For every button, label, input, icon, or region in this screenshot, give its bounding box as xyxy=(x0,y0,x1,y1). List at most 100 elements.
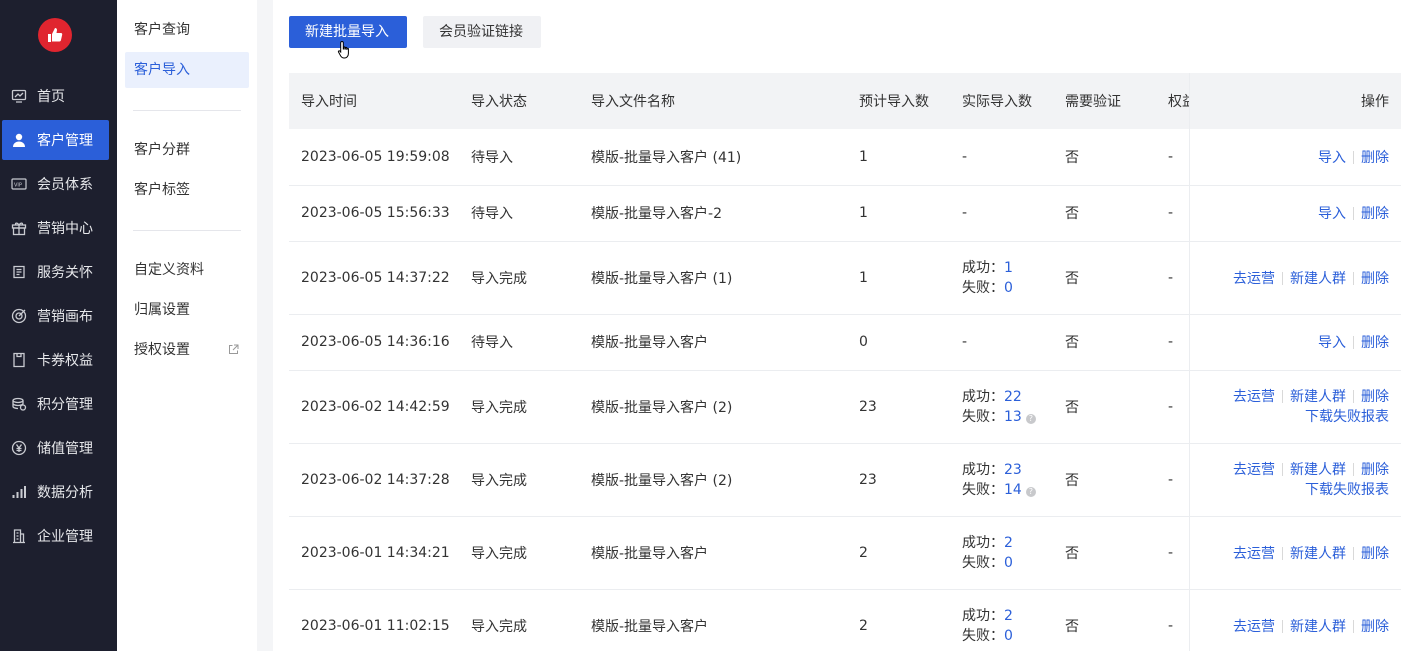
cell-actions: 导入 删除 xyxy=(1188,185,1401,242)
new-group-link[interactable]: 新建人群 xyxy=(1290,271,1346,287)
submenu-divider xyxy=(133,110,241,111)
operate-link[interactable]: 去运营 xyxy=(1233,619,1275,635)
question-icon[interactable]: ? xyxy=(1025,413,1036,424)
divider xyxy=(1353,546,1354,560)
divider xyxy=(1282,389,1283,403)
new-group-link[interactable]: 新建人群 xyxy=(1290,619,1346,635)
fail-count-link[interactable]: 0 xyxy=(1004,280,1013,296)
cell-rights: - xyxy=(1156,185,1189,242)
cell-import-status: 待导入 xyxy=(459,129,579,186)
nav-item-service-care[interactable]: 服务关怀 xyxy=(0,252,117,292)
submenu-customer-import[interactable]: 客户导入 xyxy=(125,52,249,88)
new-group-link[interactable]: 新建人群 xyxy=(1290,546,1346,562)
success-label: 成功： xyxy=(962,461,1004,478)
nav-item-enterprise[interactable]: 企业管理 xyxy=(0,516,117,556)
cell-import-status: 导入完成 xyxy=(459,241,579,315)
import-link[interactable]: 导入 xyxy=(1318,150,1346,166)
member-verify-link-button[interactable]: 会员验证链接 xyxy=(423,16,541,48)
table-row: 2023-06-05 14:36:16 待导入 模版-批量导入客户 0 - 否 … xyxy=(289,314,1401,371)
cell-file-name: 模版-批量导入客户 xyxy=(579,516,847,590)
fail-count-link[interactable]: 0 xyxy=(1004,555,1013,571)
cell-import-time: 2023-06-05 15:56:33 xyxy=(289,185,459,242)
question-icon[interactable]: ? xyxy=(1025,486,1036,497)
success-label: 成功： xyxy=(962,607,1004,624)
nav-item-customer-management[interactable]: 客户管理 xyxy=(2,120,109,160)
nav-item-label: 数据分析 xyxy=(37,485,93,501)
submenu-ownership-settings[interactable]: 归属设置 xyxy=(125,292,249,328)
submenu-authorization-settings[interactable]: 授权设置 xyxy=(125,332,249,368)
submenu-item-label: 授权设置 xyxy=(134,342,190,358)
bar-chart-icon xyxy=(11,484,27,500)
nav-item-data-analysis[interactable]: 数据分析 xyxy=(0,472,117,512)
cell-actions: 去运营 新建人群 删除 xyxy=(1188,241,1401,315)
cell-actions: 导入 删除 xyxy=(1188,314,1401,371)
delete-link[interactable]: 删除 xyxy=(1361,546,1389,562)
cell-needs-verify: 否 xyxy=(1053,516,1156,590)
success-count-link[interactable]: 2 xyxy=(1004,535,1013,551)
target-icon xyxy=(11,308,27,324)
delete-link[interactable]: 删除 xyxy=(1361,619,1389,635)
nav-item-home[interactable]: 首页 xyxy=(0,76,117,116)
cell-needs-verify: 否 xyxy=(1053,129,1156,186)
nav-item-points[interactable]: 积分管理 xyxy=(0,384,117,424)
cell-import-status: 导入完成 xyxy=(459,443,579,517)
cell-expected-count: 1 xyxy=(847,129,950,186)
cell-expected-count: 2 xyxy=(847,516,950,590)
delete-link[interactable]: 删除 xyxy=(1361,389,1389,405)
success-count-link[interactable]: 1 xyxy=(1004,260,1013,276)
new-group-link[interactable]: 新建人群 xyxy=(1290,462,1346,478)
fail-count-link[interactable]: 13 xyxy=(1004,409,1022,425)
success-count-link[interactable]: 22 xyxy=(1004,389,1022,405)
delete-link[interactable]: 删除 xyxy=(1361,462,1389,478)
nav-item-marketing-center[interactable]: 营销中心 xyxy=(0,208,117,248)
svg-text:VIP: VIP xyxy=(14,183,22,189)
main-nav: 首页 客户管理 VIP 会员体系 营销中心 服务关怀 营销画布 卡券权益 积分管… xyxy=(0,0,117,651)
success-count-link[interactable]: 23 xyxy=(1004,462,1022,478)
cell-rights: - xyxy=(1156,129,1189,186)
operate-link[interactable]: 去运营 xyxy=(1233,462,1275,478)
column-header-actual-count: 实际导入数 xyxy=(950,73,1053,129)
submenu-customer-segments[interactable]: 客户分群 xyxy=(125,132,249,168)
download-fail-report-link[interactable]: 下载失败报表 xyxy=(1305,482,1389,498)
delete-link[interactable]: 删除 xyxy=(1361,335,1389,351)
download-fail-report-link[interactable]: 下载失败报表 xyxy=(1305,409,1389,425)
divider xyxy=(1353,207,1354,220)
delete-link[interactable]: 删除 xyxy=(1361,206,1389,222)
fail-count-link[interactable]: 0 xyxy=(1004,628,1013,644)
import-link[interactable]: 导入 xyxy=(1318,206,1346,222)
cell-actual-count: 成功：1 失败：0 xyxy=(950,241,1053,315)
submenu-custom-profile[interactable]: 自定义资料 xyxy=(125,252,249,288)
vip-card-icon: VIP xyxy=(11,176,27,192)
cell-import-time: 2023-06-02 14:42:59 xyxy=(289,370,459,444)
fail-count-link[interactable]: 14 xyxy=(1004,482,1022,498)
operate-link[interactable]: 去运营 xyxy=(1233,271,1275,287)
cell-file-name: 模版-批量导入客户-2 xyxy=(579,185,847,242)
cell-import-time: 2023-06-05 19:59:08 xyxy=(289,129,459,186)
cell-import-status: 导入完成 xyxy=(459,516,579,590)
operate-link[interactable]: 去运营 xyxy=(1233,546,1275,562)
nav-item-stored-value[interactable]: 储值管理 xyxy=(0,428,117,468)
nav-item-marketing-canvas[interactable]: 营销画布 xyxy=(0,296,117,336)
column-header-needs-verify: 需要验证 xyxy=(1053,73,1156,129)
cell-import-time: 2023-06-01 11:02:15 xyxy=(289,589,459,651)
nav-item-membership[interactable]: VIP 会员体系 xyxy=(0,164,117,204)
import-records-table: 导入时间 导入状态 导入文件名称 预计导入数 实际导入数 需要验证 权益- 操作… xyxy=(289,73,1401,651)
cell-file-name: 模版-批量导入客户 xyxy=(579,314,847,371)
delete-link[interactable]: 删除 xyxy=(1361,271,1389,287)
thumbs-up-logo-icon[interactable] xyxy=(38,18,72,52)
operate-link[interactable]: 去运营 xyxy=(1233,389,1275,405)
success-count-link[interactable]: 2 xyxy=(1004,608,1013,624)
delete-link[interactable]: 删除 xyxy=(1361,150,1389,166)
new-group-link[interactable]: 新建人群 xyxy=(1290,389,1346,405)
import-link[interactable]: 导入 xyxy=(1318,335,1346,351)
submenu-customer-query[interactable]: 客户查询 xyxy=(125,12,249,48)
column-header-file-name: 导入文件名称 xyxy=(579,73,847,129)
divider xyxy=(1353,462,1354,476)
cell-expected-count: 2 xyxy=(847,589,950,651)
nav-item-coupons[interactable]: 卡券权益 xyxy=(0,340,117,380)
cell-actual-count: 成功：23 失败：14? xyxy=(950,443,1053,517)
building-icon xyxy=(11,528,27,544)
cell-needs-verify: 否 xyxy=(1053,370,1156,444)
table-row: 2023-06-05 14:37:22 导入完成 模版-批量导入客户 (1) 1… xyxy=(289,241,1401,315)
submenu-customer-tags[interactable]: 客户标签 xyxy=(125,172,249,208)
